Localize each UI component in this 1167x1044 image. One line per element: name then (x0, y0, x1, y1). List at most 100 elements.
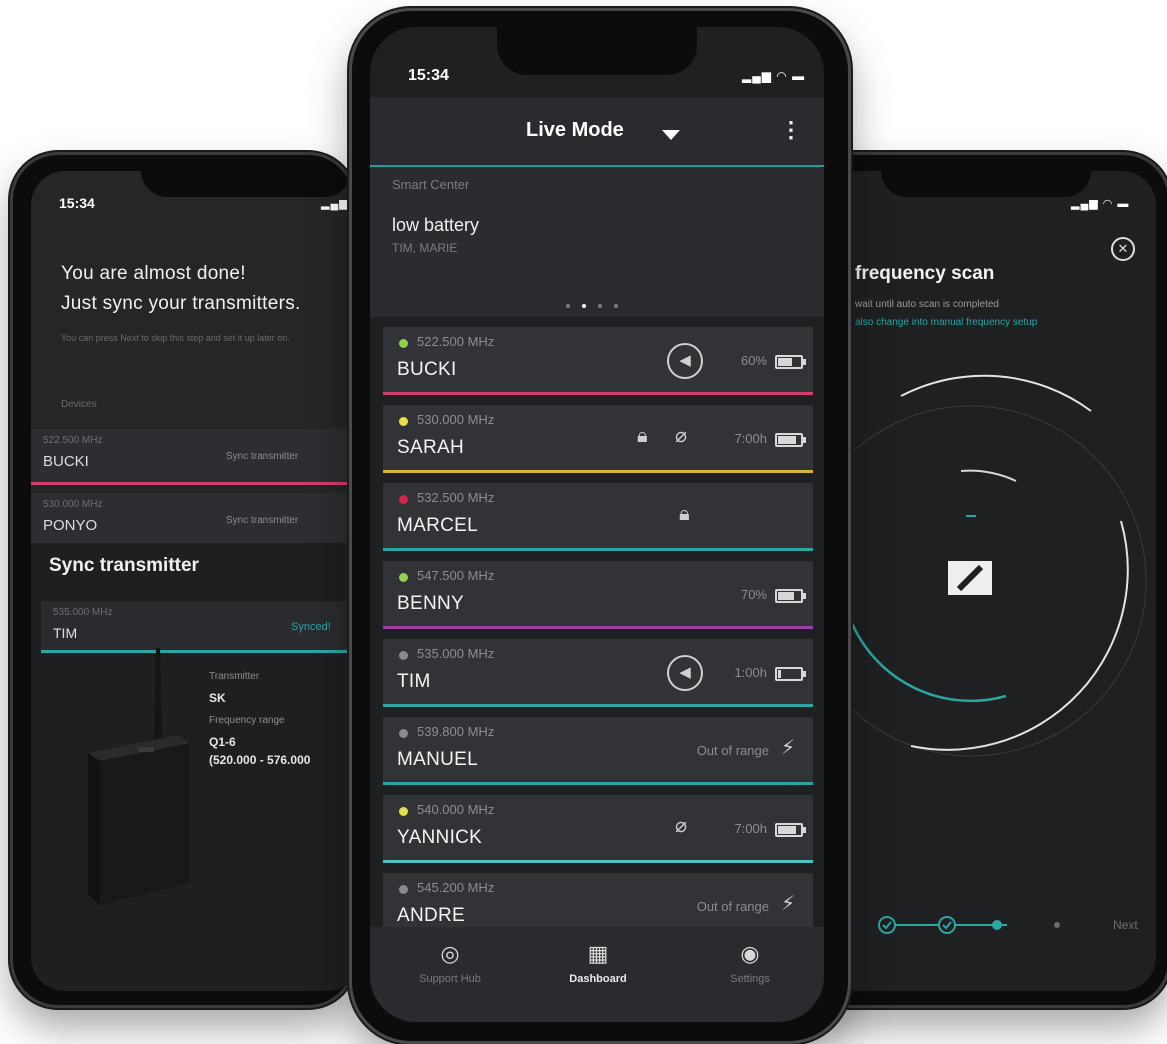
battery-icon (775, 667, 806, 681)
page-dot[interactable] (566, 304, 570, 308)
nav-label: Support Hub (419, 973, 481, 985)
sheet-title: Sync transmitter (49, 555, 199, 576)
channel-frequency: 522.500 MHz (417, 334, 495, 349)
device-frequency: 522.500 MHz (43, 435, 103, 446)
channel-frequency: 545.200 MHz (417, 880, 495, 895)
signal-icon: ▂▄▆ (321, 198, 349, 210)
channel-row[interactable]: 539.800 MHz MANUEL Out of range ⚡︎ (383, 717, 813, 785)
channel-row[interactable]: 547.500 MHz BENNY 70% (383, 561, 813, 629)
setup-title-line2: Just sync your transmitters. (61, 293, 301, 314)
channel-frequency: 540.000 MHz (417, 802, 495, 817)
notch (141, 171, 351, 197)
device-name: BUCKI (43, 453, 89, 470)
live-mode-header: Live Mode ⋮ (370, 97, 824, 167)
status-led (399, 339, 408, 348)
notch (497, 27, 697, 75)
scan-instruction: wait until auto scan is completed (855, 299, 999, 310)
out-of-range-status: Out of range (696, 743, 769, 758)
mic-off-icon: ⌀ (675, 815, 688, 837)
channel-name: YANNICK (397, 827, 483, 848)
smart-center-alert: low battery (392, 215, 480, 235)
channel-name: ANDRE (397, 905, 466, 926)
battery-icon (775, 589, 806, 603)
close-icon[interactable]: ✕ (1111, 237, 1135, 261)
transmitter-illustration (83, 648, 193, 905)
mode-selector[interactable]: Live Mode (526, 119, 624, 142)
out-of-range-icon: ⚡︎ (781, 893, 796, 915)
frequency-range-value: Q1-6 (209, 735, 236, 749)
sync-transmitter-link[interactable]: Sync transmitter (226, 515, 298, 526)
center-phone: 15:34 ▂▄▆ ◠ ▬ Live Mode ⋮ Smart Center l… (349, 8, 851, 1044)
status-led (399, 729, 408, 738)
grid-icon: ▦ (587, 941, 609, 966)
device-row[interactable]: 530.000 MHz PONYO Sync transmitter (31, 493, 361, 543)
channel-frequency: 530.000 MHz (417, 412, 495, 427)
chevron-down-icon[interactable] (662, 130, 680, 140)
more-options-icon[interactable]: ⋮ (780, 117, 802, 143)
page-dot[interactable] (614, 304, 618, 308)
channel-frequency: 532.500 MHz (417, 490, 495, 505)
channel-row[interactable]: 522.500 MHz BUCKI ◀ 60% (383, 327, 813, 395)
channel-name: SARAH (397, 437, 464, 458)
channel-name: BENNY (397, 593, 464, 614)
mic-off-icon: ⌀ (675, 425, 688, 447)
smart-center-card[interactable]: Smart Center low battery TIM, MARIE (370, 167, 824, 317)
nav-dashboard[interactable]: ▦ Dashboard (528, 941, 668, 985)
setup-title-line1: You are almost done! (61, 263, 246, 284)
nav-settings[interactable]: ◉ Settings (680, 941, 820, 985)
smart-center-names: TIM, MARIE (392, 241, 458, 255)
status-led (399, 885, 408, 894)
channel-row[interactable]: 535.000 MHz TIM ◀ 1:00h (383, 639, 813, 707)
device-row[interactable]: 522.500 MHz BUCKI Sync transmitter (31, 429, 361, 485)
frequency-range-label: Frequency range (209, 715, 285, 726)
signal-wifi-battery-icon: ▂▄▆ ◠ ▬ (1071, 198, 1130, 210)
page-dot[interactable] (582, 304, 586, 308)
channel-row[interactable]: 530.000 MHz SARAH 🔒︎ ⌀ 7:00h (383, 405, 813, 473)
channel-row[interactable]: 540.000 MHz YANNICK ⌀ 7:00h (383, 795, 813, 863)
device-color-bar (31, 482, 361, 485)
channel-row[interactable]: 545.200 MHz ANDRE Out of range ⚡︎ (383, 873, 813, 927)
out-of-range-status: Out of range (696, 899, 769, 914)
battery-status: 7:00h (734, 821, 767, 836)
battery-status: 7:00h (734, 431, 767, 446)
status-time: 15:34 (59, 195, 95, 211)
device-name: PONYO (43, 517, 98, 534)
devices-label: Devices (61, 399, 97, 410)
channel-name: BUCKI (397, 359, 457, 380)
lock-icon: 🔒︎ (637, 425, 648, 447)
mute-icon[interactable]: ◀ (667, 655, 703, 691)
channel-row[interactable]: 532.500 MHz MARCEL 🔒︎ (383, 483, 813, 551)
mute-icon[interactable]: ◀ (667, 343, 703, 379)
channel-frequency: 539.800 MHz (417, 724, 495, 739)
status-time: 15:34 (408, 67, 449, 84)
signal-wifi-battery-icon: ▂▄▆ ◠ ▬ (742, 69, 806, 83)
next-button[interactable]: Next (1113, 918, 1138, 932)
status-led (399, 573, 408, 582)
manual-setup-link[interactable]: also change into manual frequency setup (855, 317, 1037, 328)
pagination-dots[interactable] (560, 295, 624, 313)
nav-label: Settings (730, 973, 770, 985)
transmitter-label: Transmitter (209, 671, 260, 682)
scan-title: frequency scan (855, 263, 995, 284)
channel-name: MANUEL (397, 749, 478, 770)
channel-color-bar (383, 626, 813, 629)
sync-transmitter-link[interactable]: Sync transmitter (226, 451, 298, 462)
sheet-frequency: 535.000 MHz (53, 607, 113, 618)
sheet-device-name: TIM (53, 625, 78, 641)
battery-icon (775, 433, 806, 447)
left-phone-screen: 15:34 ▂▄▆ You are almost done! Just sync… (31, 171, 361, 991)
battery-icon (775, 823, 806, 837)
status-led (399, 807, 408, 816)
synced-status: Synced! (291, 621, 331, 633)
settings-icon: ◉ (740, 941, 760, 966)
nav-support-hub[interactable]: ◎ Support Hub (380, 941, 520, 985)
battery-status: 70% (740, 587, 767, 602)
status-led (399, 417, 408, 426)
status-led (399, 495, 408, 504)
channel-color-bar (383, 392, 813, 395)
frequency-range-detail: (520.000 - 576.000 (209, 753, 311, 767)
right-phone: ▂▄▆ ◠ ▬ ✕ frequency scan wait until auto… (800, 152, 1167, 1008)
left-phone: 15:34 ▂▄▆ You are almost done! Just sync… (10, 152, 361, 1008)
sync-sheet: Sync transmitter 535.000 MHz TIM Synced!… (31, 543, 361, 991)
page-dot[interactable] (598, 304, 602, 308)
